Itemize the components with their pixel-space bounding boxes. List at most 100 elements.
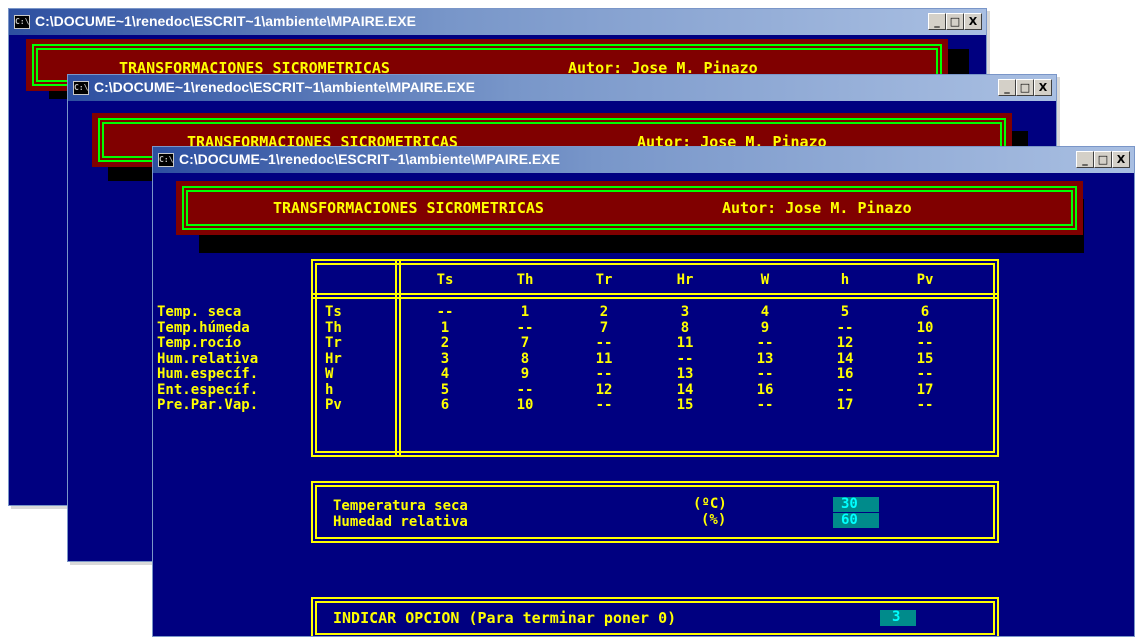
maximize-button[interactable]: □	[946, 13, 964, 30]
table-cell: --	[756, 366, 774, 382]
column-header: Ts	[436, 272, 454, 288]
title-bar[interactable]: C:\ C:\DOCUME~1\renedoc\ESCRIT~1\ambient…	[68, 75, 1056, 101]
table-cell: 1	[440, 319, 450, 336]
cmd-icon[interactable]: C:\	[14, 15, 30, 29]
table-cell: --	[836, 381, 854, 398]
window-title: C:\DOCUME~1\renedoc\ESCRIT~1\ambiente\MP…	[35, 13, 416, 29]
table-cell: 10	[516, 397, 534, 413]
table-cell: --	[595, 335, 613, 351]
row-code: W	[325, 366, 334, 382]
row-name: Temp.rocío	[157, 335, 242, 351]
row-name: Pre.Par.Vap.	[157, 397, 259, 413]
table-cell: 14	[836, 350, 854, 367]
hum-value: 60	[841, 512, 858, 528]
row-code: Ts	[325, 304, 342, 320]
row-code: Pv	[325, 397, 342, 413]
temp-label: Temperatura seca	[333, 498, 468, 514]
title-bar[interactable]: C:\ C:\DOCUME~1\renedoc\ESCRIT~1\ambient…	[153, 147, 1134, 173]
table-cell: 12	[836, 335, 854, 351]
option-input[interactable]: 3	[880, 610, 916, 626]
table-cell: 9	[760, 319, 770, 336]
column-header: h	[840, 272, 850, 288]
table-cell: 4	[440, 366, 450, 382]
table-cell: 1	[520, 304, 530, 320]
row-code: Th	[325, 319, 342, 336]
close-button[interactable]: X	[1112, 151, 1130, 168]
column-header: Th	[516, 272, 534, 288]
table-content: Ts Th Tr Hr Wh Pv Temp. seca Ts -- 1 2 3 4 5 6 Temp.húm…	[153, 173, 1134, 636]
table-cell: 13	[756, 350, 774, 367]
table-cell: --	[916, 397, 934, 413]
table-cell: 7	[520, 335, 530, 351]
table-cell: 2	[599, 304, 609, 320]
table-cell: --	[916, 335, 934, 351]
table-cell: 10	[916, 319, 934, 336]
temp-input[interactable]: 30	[833, 497, 879, 512]
table-cell: 12	[595, 381, 613, 398]
hum-input[interactable]: 60	[833, 513, 879, 528]
table-cell: --	[516, 381, 534, 398]
option-value: 3	[892, 609, 901, 625]
cmd-icon[interactable]: C:\	[158, 153, 174, 167]
table-cell: 7	[599, 319, 609, 336]
temp-unit: (ºC)	[693, 496, 727, 512]
table-cell: 8	[520, 350, 530, 367]
row-name: Ent.específ.	[157, 381, 259, 398]
maximize-button[interactable]: □	[1094, 151, 1112, 168]
row-name: Temp. seca	[157, 304, 242, 320]
row-code: Tr	[325, 335, 342, 351]
column-header: Hr	[676, 272, 694, 288]
table-cell: --	[595, 397, 613, 413]
table-cell: 3	[680, 304, 690, 320]
table-cell: --	[916, 366, 934, 382]
table-cell: 9	[520, 366, 530, 382]
table-cell: --	[436, 304, 454, 320]
close-button[interactable]: X	[964, 13, 982, 30]
table-cell: --	[676, 350, 694, 367]
title-bar[interactable]: C:\ C:\DOCUME~1\renedoc\ESCRIT~1\ambient…	[9, 9, 986, 35]
table-cell: 15	[676, 397, 694, 413]
cmd-icon[interactable]: C:\	[73, 81, 89, 95]
maximize-button[interactable]: □	[1016, 79, 1034, 96]
hum-unit: (%)	[701, 512, 727, 528]
table-cell: 2	[440, 335, 450, 351]
table-cell: 16	[756, 381, 774, 398]
table-cell: --	[836, 319, 854, 336]
minimize-button[interactable]: _	[998, 79, 1016, 96]
table-cell: --	[595, 366, 613, 382]
row-name: Hum.específ.	[157, 366, 259, 382]
console-area: TRANSFORMACIONES SICROMETRICAS Autor: Jo…	[153, 173, 1134, 636]
hum-label: Humedad relativa	[333, 514, 468, 530]
table-cell: 16	[836, 366, 854, 382]
table-cell: 8	[680, 319, 690, 336]
temp-value: 30	[841, 496, 858, 512]
window-title: C:\DOCUME~1\renedoc\ESCRIT~1\ambiente\MP…	[179, 151, 560, 167]
window-title: C:\DOCUME~1\renedoc\ESCRIT~1\ambiente\MP…	[94, 79, 475, 95]
table-cell: 5	[840, 304, 850, 320]
row-name: Hum.relativa	[157, 350, 259, 367]
console-window-front[interactable]: C:\ C:\DOCUME~1\renedoc\ESCRIT~1\ambient…	[152, 146, 1135, 637]
prompt-label: INDICAR OPCION (Para terminar poner 0)	[333, 609, 677, 627]
table-cell: 6	[920, 304, 930, 320]
row-code: h	[325, 381, 334, 398]
close-button[interactable]: X	[1034, 79, 1052, 96]
table-cell: 5	[440, 381, 450, 398]
table-cell: 17	[836, 397, 854, 413]
minimize-button[interactable]: _	[928, 13, 946, 30]
table-cell: 11	[595, 350, 613, 367]
table-cell: 17	[916, 381, 934, 398]
table-cell: 14	[676, 381, 694, 398]
table-cell: --	[756, 397, 774, 413]
column-header: W	[760, 272, 770, 288]
column-header: Pv	[916, 272, 934, 288]
table-cell: 6	[440, 397, 450, 413]
table-cell: --	[756, 335, 774, 351]
table-cell: 13	[676, 366, 694, 382]
table-cell: 4	[760, 304, 770, 320]
minimize-button[interactable]: _	[1076, 151, 1094, 168]
row-name: Temp.húmeda	[157, 319, 250, 336]
table-cell: 15	[916, 350, 934, 367]
table-cell: 11	[676, 335, 694, 351]
table-cell: --	[516, 319, 534, 336]
row-code: Hr	[325, 350, 342, 367]
